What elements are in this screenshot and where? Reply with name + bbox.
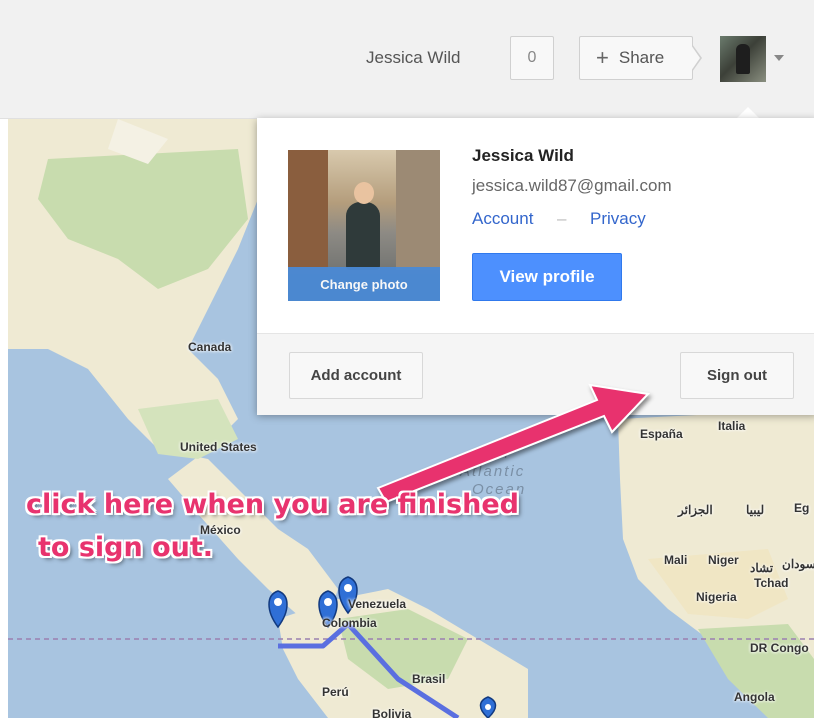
annotation-text-line1: click here when you are finished — [26, 489, 519, 520]
arrow-shape — [376, 383, 651, 504]
annotation-arrow — [376, 383, 651, 504]
annotation-text-line2: to sign out. — [38, 532, 214, 563]
